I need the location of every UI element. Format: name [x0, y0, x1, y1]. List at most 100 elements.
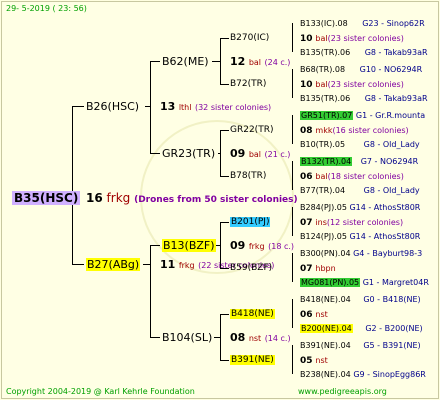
tree-line: [143, 264, 150, 265]
ggp-0[interactable]: B270(IC): [230, 32, 269, 45]
ggp-2-drone: 08 mkk(16 sister colonies): [300, 124, 409, 138]
grandparent-4[interactable]: B104(SL): [162, 331, 212, 344]
line-code: frkg: [106, 191, 131, 205]
ancestor-row[interactable]: GR51(TR).07 G1 - Gr.R.mounta: [300, 109, 425, 122]
ggp-7-label: B391(NE): [230, 355, 275, 365]
ancestor-row[interactable]: B300(PN).04 G4 - Bayburt98-3: [300, 247, 422, 260]
ancestor-id: B132(TR).04: [300, 157, 353, 166]
ggp-1[interactable]: B72(TR): [230, 78, 266, 91]
ggp-4[interactable]: B201(PJ): [230, 216, 271, 229]
ancestor-row[interactable]: B10(TR).05 G8 - Old_Lady: [300, 138, 420, 151]
ancestor-info: G7 - NO6294R: [360, 157, 419, 166]
ancestor-row[interactable]: B238(NE).04 G9 - SinopEgg86R: [300, 368, 426, 381]
ancestor-info: G8 - Old_Lady: [363, 186, 420, 195]
line-code: lthl: [178, 103, 192, 112]
gen-number: 07: [300, 218, 313, 228]
line-code: nst: [315, 310, 328, 319]
sister-note: (21 c.): [264, 150, 291, 159]
ancestor-row[interactable]: B133(IC).08 G23 - Sinop62R: [300, 17, 425, 30]
ggp-2[interactable]: GR22(TR): [230, 124, 273, 137]
line-code: bal: [315, 172, 328, 181]
tree-line: [72, 106, 73, 264]
grandparent-2-drone: 09 bal (21 c.): [230, 147, 290, 161]
grandparent-3-drone: 09 frkg (18 c.): [230, 239, 294, 253]
ancestor-row[interactable]: B391(NE).04 G5 - B391(NE): [300, 339, 421, 352]
ancestor-id: B200(NE).04: [300, 324, 353, 333]
gen-number: 10: [300, 80, 313, 90]
tree-line: [220, 176, 229, 177]
ggp-6[interactable]: B418(NE): [230, 308, 275, 321]
timestamp: 29- 5-2019 ( 23: 56): [6, 4, 87, 13]
ancestor-row[interactable]: B135(TR).06 G8 - Takab93aR: [300, 92, 428, 105]
grandparent-3-label: B13(BZF): [162, 239, 216, 252]
tree-line: [220, 38, 221, 84]
copyright: Copyright 2004-2019 @ Karl Kehrle Founda…: [6, 387, 195, 396]
drone-note: (Drones from 50 sister colonies): [134, 195, 298, 205]
line-code: mkk: [315, 126, 333, 135]
ancestor-row[interactable]: B135(TR).06 G8 - Takab93aR: [300, 46, 428, 59]
sister-note: (23 sister colonies): [327, 80, 404, 89]
gen-number: 12: [230, 55, 246, 68]
ggp-5[interactable]: B59(BZF): [230, 262, 272, 275]
site-link[interactable]: www.pedigreeapis.org: [298, 385, 387, 398]
grandparent-4-drone: 08 nst (14 c.): [230, 331, 291, 345]
ancestor-row[interactable]: B124(PJ).05 G14 - AthosSt80R: [300, 230, 420, 243]
tree-line: [292, 115, 293, 144]
tree-line: [220, 222, 229, 223]
tree-line: [292, 345, 293, 374]
gen-number: 16: [86, 191, 103, 205]
parent-1[interactable]: B26(HSC): [86, 100, 139, 113]
ancestor-id: B10(TR).05: [300, 140, 346, 149]
ggp-3[interactable]: B78(TR): [230, 170, 266, 183]
gen-number: 09: [230, 147, 246, 160]
sister-note: (14 c.): [264, 334, 291, 343]
line-code: bal: [315, 34, 328, 43]
line-code: frkg: [248, 242, 265, 251]
tree-line: [220, 130, 221, 176]
ancestor-info: G8 - Takab93aR: [364, 48, 428, 57]
grandparent-2[interactable]: GR23(TR): [162, 147, 215, 160]
tree-line: [292, 253, 293, 282]
gen-number: 07: [300, 264, 313, 274]
tree-line: [150, 153, 160, 154]
ancestor-row[interactable]: B418(NE).04 G0 - B418(NE): [300, 293, 421, 306]
ancestor-id: B238(NE).04: [300, 370, 351, 379]
gen-number: 08: [300, 126, 313, 136]
grandparent-3[interactable]: B13(BZF): [162, 239, 216, 252]
tree-line: [150, 337, 160, 338]
ggp-6-drone: 06 nst: [300, 308, 328, 322]
parent-2-label: B27(ABg): [86, 258, 141, 271]
ancestor-info: G1 - Margret04R: [362, 278, 429, 287]
ancestor-info: G23 - Sinop62R: [362, 19, 425, 28]
parent-1-drone: 13 lthl (32 sister colonies): [160, 100, 271, 114]
ancestor-row[interactable]: B284(PJ).05 G14 - AthosSt80R: [300, 201, 420, 214]
gen-number: 06: [300, 310, 313, 320]
ancestor-row[interactable]: B200(NE).04 G2 - B200(NE): [300, 322, 423, 335]
ancestor-id: GR51(TR).07: [300, 111, 354, 120]
ancestor-row[interactable]: MG081(PN).05 G1 - Margret04R: [300, 276, 429, 289]
tree-line: [292, 23, 293, 52]
tree-line: [72, 106, 84, 107]
line-code: ins: [315, 218, 327, 227]
gen-number: 09: [230, 239, 246, 252]
ancestor-info: G0 - B418(NE): [363, 295, 421, 304]
grandparent-1-drone: 12 bal (24 c.): [230, 55, 290, 69]
tree-line: [145, 106, 150, 107]
ancestor-row[interactable]: B77(TR).04 G8 - Old_Lady: [300, 184, 420, 197]
ancestor-info: G14 - AthosSt80R: [349, 232, 421, 241]
parent-2[interactable]: B27(ABg): [86, 258, 141, 271]
ancestor-row[interactable]: B68(TR).08 G10 - NO6294R: [300, 63, 422, 76]
sister-note: (18 sister colonies): [327, 172, 404, 181]
ancestor-id: B418(NE).04: [300, 295, 351, 304]
ancestor-info: G10 - NO6294R: [359, 65, 423, 74]
ggp-6-label: B418(NE): [230, 309, 275, 319]
ancestor-info: G8 - Takab93aR: [364, 94, 428, 103]
gen-number: 06: [300, 172, 313, 182]
ggp-7[interactable]: B391(NE): [230, 354, 275, 367]
sister-note: (18 c.): [268, 242, 295, 251]
grandparent-1[interactable]: B62(ME): [162, 55, 209, 68]
line-code: bal: [248, 150, 262, 159]
root-queen[interactable]: B35(HSC): [12, 191, 81, 205]
line-code: bal: [248, 58, 262, 67]
ancestor-row[interactable]: B132(TR).04 G7 - NO6294R: [300, 155, 418, 168]
